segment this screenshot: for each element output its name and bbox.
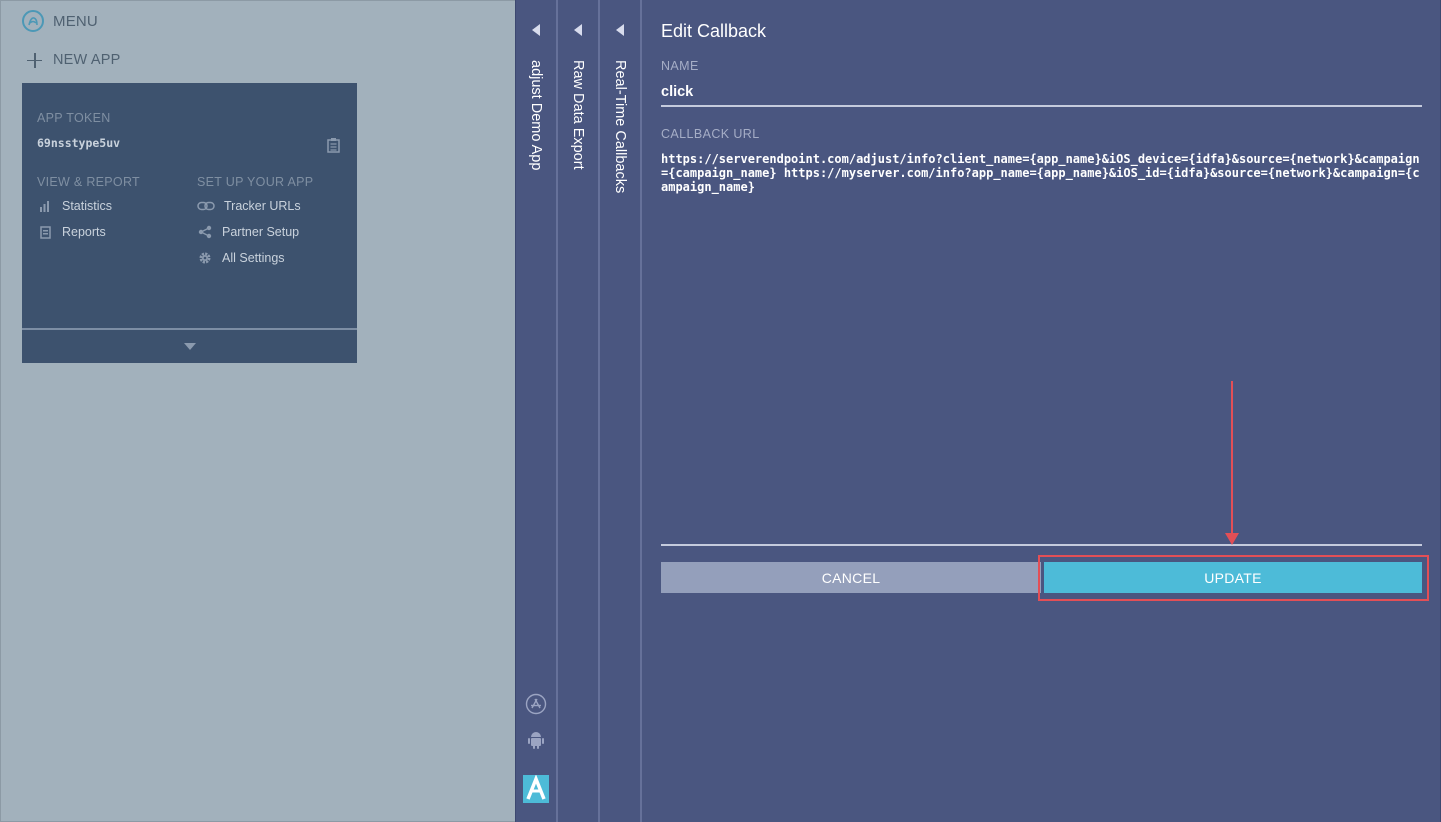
panel-title-app[interactable]: adjust Demo App [528, 60, 544, 170]
callback-url-label: CALLBACK URL [661, 127, 760, 141]
bar-chart-icon [37, 199, 53, 213]
panel-title-callbacks[interactable]: Real-Time Callbacks [612, 60, 628, 193]
cancel-button[interactable]: CANCEL [661, 562, 1041, 593]
collapse-left-icon[interactable] [616, 24, 624, 36]
all-settings-label: All Settings [222, 251, 285, 265]
page-title: Edit Callback [661, 21, 767, 41]
new-app-button[interactable]: NEW APP [27, 52, 120, 68]
android-icon[interactable] [516, 730, 556, 750]
reports-link[interactable]: Reports [37, 225, 106, 239]
app-token-value: 69nsstype5uv [37, 136, 121, 150]
reports-label: Reports [62, 225, 106, 239]
statistics-link[interactable]: Statistics [37, 199, 112, 213]
new-app-label: NEW APP [53, 52, 121, 68]
collapse-left-icon[interactable] [574, 24, 582, 36]
panel-real-time-callbacks[interactable]: Real-Time Callbacks [598, 0, 640, 822]
clipboard-icon[interactable] [327, 137, 341, 153]
all-settings-link[interactable]: All Settings [197, 251, 285, 265]
app-token-label: APP TOKEN [37, 111, 111, 125]
panel-title-raw-data[interactable]: Raw Data Export [570, 60, 586, 170]
setup-app-heading: SET UP YOUR APP [197, 175, 314, 189]
ios-app-store-icon[interactable] [516, 693, 556, 715]
expand-card-button[interactable] [22, 330, 357, 363]
callback-url-field[interactable]: https://serverendpoint.com/adjust/info?c… [661, 150, 1422, 546]
panel-adjust-demo-app[interactable]: adjust Demo App [515, 0, 556, 822]
partner-setup-label: Partner Setup [222, 225, 300, 239]
statistics-label: Statistics [62, 199, 113, 213]
panel-raw-data-export[interactable]: Raw Data Export [556, 0, 598, 822]
name-label: NAME [661, 59, 699, 73]
edit-callback-panel: Edit Callback NAME CALLBACK URL https://… [640, 0, 1441, 822]
adjust-app-logo-icon[interactable] [516, 775, 556, 803]
menu-label: MENU [53, 12, 98, 30]
chevron-down-icon [183, 343, 196, 350]
dashboard-area: MENU NEW APP APP TOKEN 69nsstype5uv VIEW… [0, 0, 515, 822]
gear-icon [197, 251, 213, 265]
name-field[interactable] [661, 79, 1422, 107]
view-report-heading: VIEW & REPORT [37, 175, 140, 189]
update-button[interactable]: UPDATE [1044, 562, 1422, 593]
partner-setup-link[interactable]: Partner Setup [197, 225, 299, 239]
collapse-left-icon[interactable] [532, 24, 540, 36]
tracker-urls-label: Tracker URLs [224, 199, 301, 213]
plus-icon [27, 52, 42, 68]
link-icon [197, 199, 215, 213]
tracker-urls-link[interactable]: Tracker URLs [197, 199, 301, 213]
app-card: APP TOKEN 69nsstype5uv VIEW & REPORT SET… [22, 83, 357, 363]
menu-button[interactable]: MENU [22, 10, 98, 32]
adjust-logo-icon [22, 10, 44, 32]
report-icon [37, 225, 53, 239]
share-icon [197, 225, 213, 239]
